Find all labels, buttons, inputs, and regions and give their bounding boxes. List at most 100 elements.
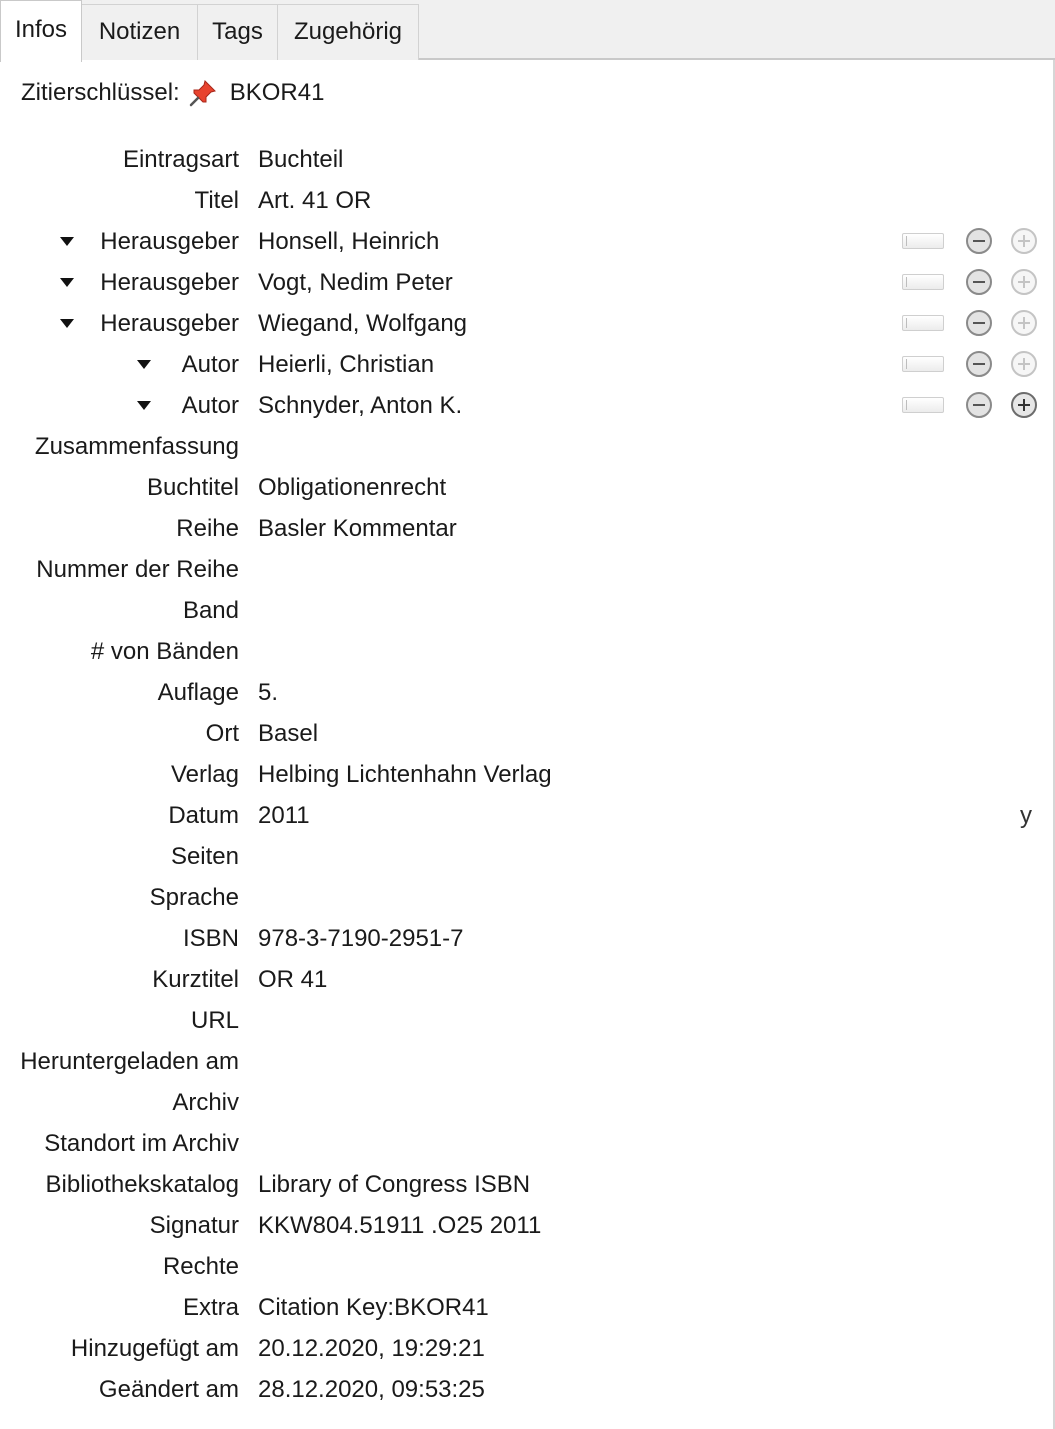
- field-value[interactable]: Art. 41 OR: [258, 182, 371, 220]
- field-value[interactable]: Obligationenrecht: [258, 469, 446, 507]
- citation-key-value[interactable]: BKOR41: [230, 75, 325, 111]
- field-label: Nummer der Reihe: [36, 556, 239, 583]
- field-row-band: Band: [0, 592, 1055, 630]
- switch-field-mode-button[interactable]: [902, 274, 944, 290]
- switch-field-mode-button[interactable]: [902, 315, 944, 331]
- remove-creator-button[interactable]: [966, 228, 992, 254]
- field-row-extra: Extra Citation Key:BKOR41: [0, 1289, 1055, 1327]
- field-row-herausgeber: Herausgeber Vogt, Nedim Peter: [0, 264, 1055, 302]
- minus-icon: [973, 240, 985, 242]
- field-value[interactable]: Helbing Lichtenhahn Verlag: [258, 756, 552, 794]
- tab-bar: Infos Notizen Tags Zugehörig: [0, 0, 1055, 62]
- field-value[interactable]: Library of Congress ISBN: [258, 1166, 530, 1204]
- field-value[interactable]: KKW804.51911 .O25 2011: [258, 1207, 541, 1245]
- field-label[interactable]: Autor: [182, 387, 239, 425]
- field-value[interactable]: Schnyder, Anton K.: [258, 387, 462, 425]
- plus-icon-stem: [1023, 399, 1025, 411]
- field-row-url: URL: [0, 1002, 1055, 1040]
- switch-field-mode-button[interactable]: [902, 397, 944, 413]
- field-label[interactable]: Autor: [182, 346, 239, 384]
- field-value[interactable]: Basel: [258, 715, 318, 753]
- minus-icon: [973, 322, 985, 324]
- field-row-sprache: Sprache: [0, 879, 1055, 917]
- field-label: Rechte: [162, 1253, 239, 1280]
- field-label: # von Bänden: [90, 638, 239, 665]
- tab-zugehoerig[interactable]: Zugehörig: [277, 4, 419, 60]
- field-row-isbn: ISBN 978-3-7190-2951-7: [0, 920, 1055, 958]
- tab-notizen[interactable]: Notizen: [81, 4, 198, 60]
- minus-icon: [973, 404, 985, 406]
- switch-field-mode-button[interactable]: [902, 233, 944, 249]
- creator-type-dropdown-icon[interactable]: [60, 319, 74, 328]
- creator-type-dropdown-icon[interactable]: [60, 278, 74, 287]
- remove-creator-button[interactable]: [966, 269, 992, 295]
- remove-creator-button[interactable]: [966, 310, 992, 336]
- citation-key-label: Zitierschlüssel:: [21, 79, 180, 106]
- field-value[interactable]: Vogt, Nedim Peter: [258, 264, 453, 302]
- creator-type-dropdown-icon[interactable]: [60, 237, 74, 246]
- field-value[interactable]: OR 41: [258, 961, 327, 999]
- field-row-von-bänden: # von Bänden: [0, 633, 1055, 671]
- field-value[interactable]: Honsell, Heinrich: [258, 223, 439, 261]
- creator-type-dropdown-icon[interactable]: [137, 401, 151, 410]
- field-row-titel: Titel Art. 41 OR: [0, 182, 1055, 220]
- field-row-autor: Autor Heierli, Christian: [0, 346, 1055, 384]
- field-value[interactable]: 20.12.2020, 19:29:21: [258, 1330, 485, 1368]
- field-value[interactable]: 978-3-7190-2951-7: [258, 920, 464, 958]
- field-label[interactable]: Herausgeber: [100, 305, 239, 343]
- add-creator-button[interactable]: [1011, 310, 1037, 336]
- field-value[interactable]: Basler Kommentar: [258, 510, 457, 548]
- minus-icon: [973, 281, 985, 283]
- field-row-rechte: Rechte: [0, 1248, 1055, 1286]
- field-row-kurztitel: Kurztitel OR 41: [0, 961, 1055, 999]
- field-row-eintragsart: Eintragsart Buchteil: [0, 141, 1055, 179]
- citation-key-row: Zitierschlüssel: BKOR41: [21, 75, 324, 111]
- plus-icon-stem: [1023, 358, 1025, 370]
- field-value[interactable]: Citation Key:BKOR41: [258, 1289, 489, 1327]
- field-label: Auflage: [157, 679, 239, 706]
- field-row-herausgeber: Herausgeber Honsell, Heinrich: [0, 223, 1055, 261]
- field-label: Extra: [182, 1294, 239, 1321]
- field-value[interactable]: Heierli, Christian: [258, 346, 434, 384]
- date-format-indicator: y: [1020, 802, 1032, 829]
- pin-icon[interactable]: [188, 78, 218, 108]
- add-creator-button[interactable]: [1011, 392, 1037, 418]
- creator-type-dropdown-icon[interactable]: [137, 360, 151, 369]
- tab-tags[interactable]: Tags: [197, 4, 278, 60]
- add-creator-button[interactable]: [1011, 351, 1037, 377]
- field-label[interactable]: Herausgeber: [100, 264, 239, 302]
- field-value[interactable]: 2011: [258, 797, 310, 835]
- field-row-nummer-der-reihe: Nummer der Reihe: [0, 551, 1055, 589]
- minus-icon: [973, 363, 985, 365]
- field-row-bibliothekskatalog: Bibliothekskatalog Library of Congress IS…: [0, 1166, 1055, 1204]
- field-value[interactable]: 5.: [258, 674, 278, 712]
- field-row-ort: Ort Basel: [0, 715, 1055, 753]
- field-row-signatur: Signatur KKW804.51911 .O25 2011: [0, 1207, 1055, 1245]
- tab-infos[interactable]: Infos: [0, 0, 82, 62]
- add-creator-button[interactable]: [1011, 228, 1037, 254]
- field-label: Seiten: [170, 843, 239, 870]
- field-label: Sprache: [149, 884, 239, 911]
- plus-icon-stem: [1023, 317, 1025, 329]
- remove-creator-button[interactable]: [966, 392, 992, 418]
- field-value[interactable]: 28.12.2020, 09:53:25: [258, 1371, 485, 1409]
- field-value[interactable]: Buchteil: [258, 141, 343, 179]
- switch-field-mode-button[interactable]: [902, 356, 944, 372]
- field-label: Ort: [205, 720, 239, 747]
- field-label: Buchtitel: [146, 474, 239, 501]
- field-row-autor: Autor Schnyder, Anton K.: [0, 387, 1055, 425]
- field-label: Heruntergeladen am: [20, 1048, 239, 1075]
- field-value[interactable]: Wiegand, Wolfgang: [258, 305, 467, 343]
- field-label[interactable]: Herausgeber: [100, 223, 239, 261]
- field-label: Archiv: [172, 1089, 239, 1116]
- field-row-buchtitel: Buchtitel Obligationenrecht: [0, 469, 1055, 507]
- field-row-standort-im-archiv: Standort im Archiv: [0, 1125, 1055, 1163]
- field-label: ISBN: [182, 925, 239, 952]
- field-label: Band: [182, 597, 239, 624]
- field-label: Reihe: [176, 515, 239, 542]
- plus-icon-stem: [1023, 276, 1025, 288]
- add-creator-button[interactable]: [1011, 269, 1037, 295]
- field-row-herausgeber: Herausgeber Wiegand, Wolfgang: [0, 305, 1055, 343]
- field-label: Datum: [168, 802, 239, 829]
- remove-creator-button[interactable]: [966, 351, 992, 377]
